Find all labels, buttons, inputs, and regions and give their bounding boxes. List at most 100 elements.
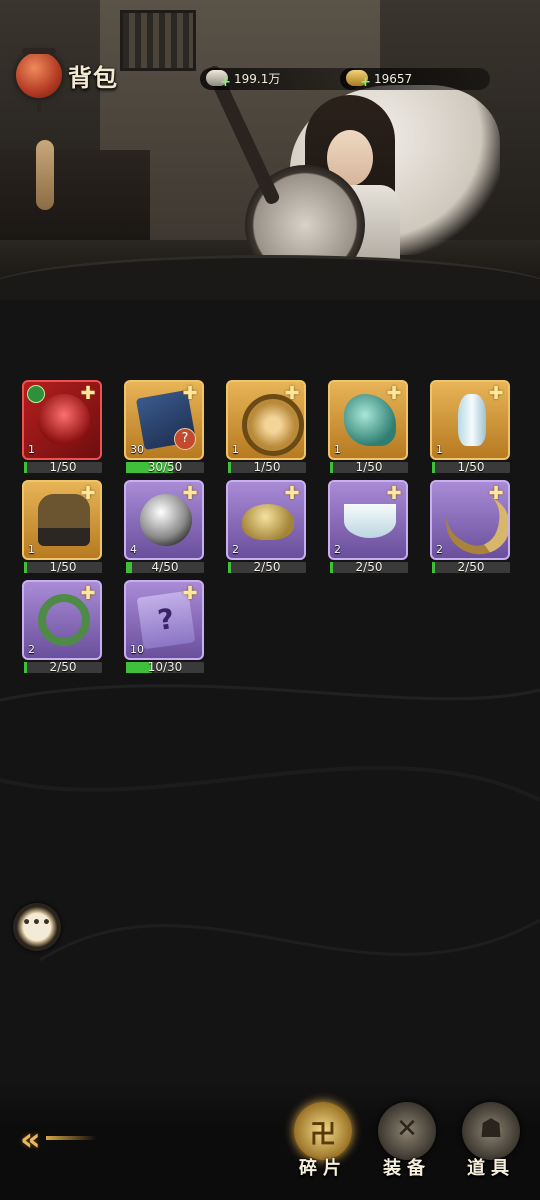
chat-bubble-icon: ••• xyxy=(22,915,52,931)
fragment-icon: ✚ xyxy=(80,383,96,404)
progress-text: 2/50 xyxy=(49,660,77,674)
item-count: 1 xyxy=(334,443,341,456)
gold-ingot-fragment-icon xyxy=(242,504,294,540)
page-title: 背包 xyxy=(68,63,118,92)
item-slot[interactable]: ✚ 1 1/50 xyxy=(430,380,514,474)
progress-bar: 1/50 xyxy=(228,460,306,474)
progress-text: 1/50 xyxy=(49,560,77,574)
crossed-swords-icon: ✕ xyxy=(396,1114,418,1144)
item-count: 2 xyxy=(28,643,35,656)
leaf-badge-icon xyxy=(27,385,45,403)
gold-resource[interactable]: + 19657 xyxy=(340,68,490,90)
tab-equipment[interactable]: ✕ 装备 xyxy=(374,1102,440,1192)
item-slot[interactable]: ✚ 2 2/50 xyxy=(22,580,106,674)
item-slot[interactable]: ✚ 1 1/50 xyxy=(226,380,310,474)
add-gold-icon[interactable]: + xyxy=(360,76,372,89)
tab-props-label: 道具 xyxy=(467,1158,515,1179)
question-mark-icon: ? xyxy=(174,428,196,450)
tab-equipment-label: 装备 xyxy=(383,1158,431,1179)
back-arrow-tail xyxy=(46,1136,96,1140)
gold-amount: 19657 xyxy=(374,72,413,86)
item-card[interactable]: ? ✚ 10 xyxy=(124,580,204,660)
progress-text: 1/50 xyxy=(253,460,281,474)
fragment-icon: ✚ xyxy=(182,483,198,504)
progress-text: 1/50 xyxy=(49,460,77,474)
item-card[interactable]: ✚ 1 xyxy=(226,380,306,460)
tab-fragments[interactable]: 卍 碎片 xyxy=(290,1102,356,1192)
progress-bar: 1/50 xyxy=(330,460,408,474)
item-slot[interactable]: ✚ 4 4/50 xyxy=(124,480,208,574)
progress-text: 4/50 xyxy=(151,560,179,574)
progress-text: 10/30 xyxy=(147,660,183,674)
progress-bar: 2/50 xyxy=(432,560,510,574)
progress-text: 2/50 xyxy=(457,560,485,574)
item-count: 30 xyxy=(130,443,144,456)
item-card[interactable]: ✚ 1 xyxy=(328,380,408,460)
progress-bar: 4/50 xyxy=(126,560,204,574)
progress-bar: 10/30 xyxy=(126,660,204,674)
item-count: 10 xyxy=(130,643,144,656)
progress-bar: 1/50 xyxy=(432,460,510,474)
progress-text: 2/50 xyxy=(355,560,383,574)
item-card[interactable]: ✚ 2 xyxy=(430,480,510,560)
tab-fragments-label: 碎片 xyxy=(299,1158,347,1179)
item-slot[interactable]: ? ✚ 10 10/30 xyxy=(124,580,208,674)
fragment-icon: ✚ xyxy=(80,483,96,504)
header-scene-art xyxy=(0,0,540,300)
progress-text: 1/50 xyxy=(355,460,383,474)
item-count: 1 xyxy=(28,543,35,556)
progress-bar: 2/50 xyxy=(228,560,306,574)
back-button[interactable]: « xyxy=(16,1118,96,1158)
teacup-fragment-icon xyxy=(344,504,396,538)
item-card[interactable]: ✚ 1 xyxy=(22,380,102,460)
item-count: 2 xyxy=(334,543,341,556)
progress-text: 30/50 xyxy=(147,460,183,474)
item-card[interactable]: ✚ 1 xyxy=(22,480,102,560)
progress-bar: 1/50 xyxy=(24,460,102,474)
item-card[interactable]: ✚ 4 xyxy=(124,480,204,560)
item-count: 1 xyxy=(28,443,35,456)
item-slot[interactable]: ✚ 1 1/50 xyxy=(22,480,106,574)
item-slot[interactable]: ✚ 2 2/50 xyxy=(226,480,310,574)
item-slot[interactable]: ✚ 1 1/50 xyxy=(22,380,106,474)
item-count: 1 xyxy=(232,443,239,456)
item-card[interactable]: ✚ 1 xyxy=(430,380,510,460)
fragment-icon: ✚ xyxy=(182,583,198,604)
item-slot[interactable]: ✚ 2 2/50 xyxy=(328,480,412,574)
silver-resource[interactable]: + 199.1万 xyxy=(200,68,360,90)
fragments-glyph-icon: 卍 xyxy=(309,1120,336,1150)
lantern-icon xyxy=(16,48,62,112)
backpack-screen: 背包 + 199.1万 + 19657 ✚ 1 1/50 ✚? 30 30/50 ✚ 1 1/5… xyxy=(0,0,540,1200)
add-silver-icon[interactable]: + xyxy=(220,76,232,89)
item-card[interactable]: ✚ 2 xyxy=(328,480,408,560)
fragment-icon: ✚ xyxy=(386,483,402,504)
item-card[interactable]: ✚ 2 xyxy=(22,580,102,660)
fragment-icon: ✚ xyxy=(182,383,198,404)
progress-bar: 1/50 xyxy=(24,560,102,574)
progress-bar: 2/50 xyxy=(330,560,408,574)
item-card[interactable]: ✚ 2 xyxy=(226,480,306,560)
tab-props[interactable]: ☗ 道具 xyxy=(458,1102,524,1192)
progress-text: 1/50 xyxy=(457,460,485,474)
progress-text: 2/50 xyxy=(253,560,281,574)
background-swirl xyxy=(0,684,540,962)
fragment-icon: ✚ xyxy=(386,383,402,404)
fragment-icon: ✚ xyxy=(488,483,504,504)
item-count: 2 xyxy=(232,543,239,556)
item-slot[interactable]: ✚ 2 2/50 xyxy=(430,480,514,574)
vase-fragment-icon xyxy=(458,394,486,446)
progress-bar: 2/50 xyxy=(24,660,102,674)
progress-bar: 30/50 xyxy=(126,460,204,474)
fragment-icon: ✚ xyxy=(488,383,504,404)
fragment-icon: ✚ xyxy=(284,483,300,504)
fragment-icon: ✚ xyxy=(284,383,300,404)
item-card[interactable]: ✚? 30 xyxy=(124,380,204,460)
chat-button[interactable]: ••• xyxy=(13,903,61,951)
item-slot[interactable]: ✚ 1 1/50 xyxy=(328,380,412,474)
item-slot[interactable]: ✚? 30 30/50 xyxy=(124,380,208,474)
treasure-chest-icon: ☗ xyxy=(479,1114,503,1144)
item-count: 4 xyxy=(130,543,137,556)
item-count: 2 xyxy=(436,543,443,556)
item-count: 1 xyxy=(436,443,443,456)
fragment-icon: ✚ xyxy=(80,583,96,604)
